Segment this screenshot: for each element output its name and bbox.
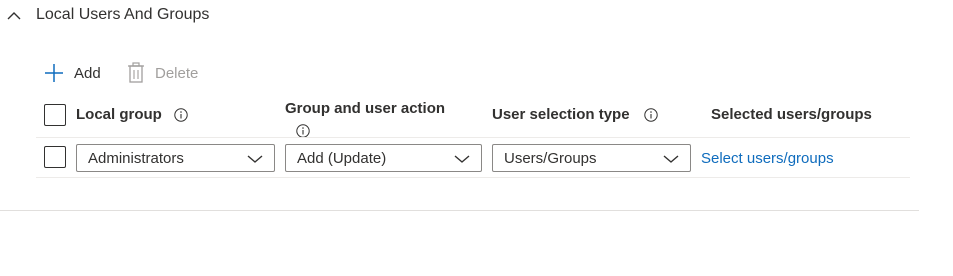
section-title: Local Users And Groups <box>36 6 210 23</box>
column-header-group-user-action: Group and user action <box>285 100 446 117</box>
select-all-checkbox[interactable] <box>44 104 66 126</box>
plus-icon <box>45 64 63 82</box>
select-users-groups-link[interactable]: Select users/groups <box>701 150 834 167</box>
chevron-down-icon <box>247 155 263 163</box>
delete-button[interactable]: Delete <box>127 60 198 86</box>
row-divider <box>36 177 910 178</box>
column-header-local-group: Local group <box>76 106 162 123</box>
local-group-value: Administrators <box>88 150 184 167</box>
add-button[interactable]: Add <box>44 60 101 86</box>
delete-label: Delete <box>155 64 199 82</box>
section-divider <box>0 210 919 211</box>
local-group-dropdown[interactable]: Administrators <box>76 144 275 172</box>
group-user-action-value: Add (Update) <box>297 150 387 167</box>
user-selection-type-dropdown[interactable]: Users/Groups <box>492 144 691 172</box>
section-header[interactable]: Local Users And Groups <box>0 0 400 34</box>
column-header-selected-users-groups: Selected users/groups <box>711 106 872 123</box>
info-icon[interactable] <box>296 124 310 138</box>
info-icon[interactable] <box>644 108 658 122</box>
column-header-user-selection-type: User selection type <box>492 106 630 123</box>
trash-icon <box>128 62 144 83</box>
chevron-down-icon <box>454 155 470 163</box>
info-icon[interactable] <box>174 108 188 122</box>
add-label: Add <box>74 64 101 82</box>
group-user-action-dropdown[interactable]: Add (Update) <box>285 144 482 172</box>
user-selection-type-value: Users/Groups <box>504 150 597 167</box>
row-checkbox[interactable] <box>44 146 66 168</box>
chevron-up-icon[interactable] <box>7 11 21 21</box>
chevron-down-icon <box>663 155 679 163</box>
header-divider <box>36 137 910 138</box>
